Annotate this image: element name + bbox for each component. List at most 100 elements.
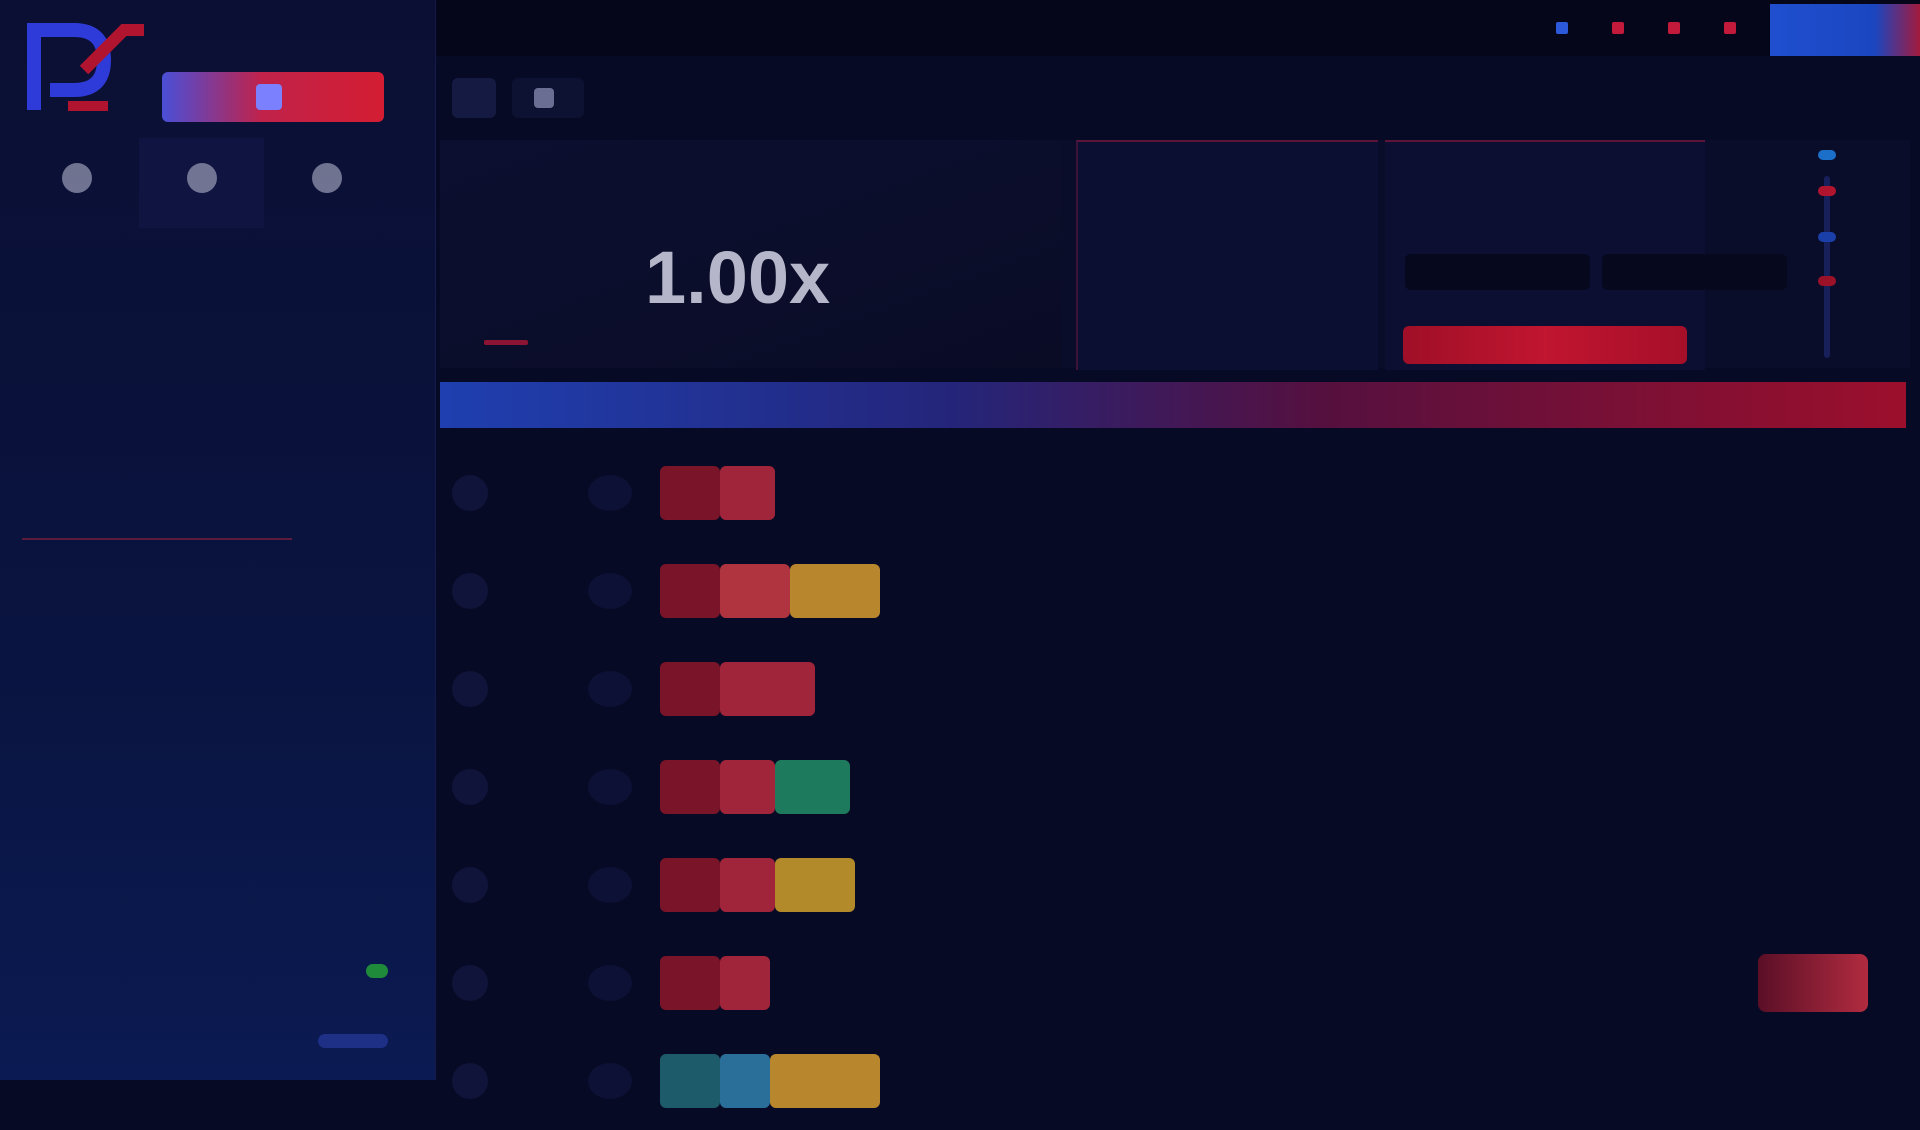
sidebar-section-6[interactable] <box>22 840 382 850</box>
language-selector[interactable] <box>318 1034 388 1048</box>
cashout-badge <box>660 662 720 716</box>
cashout-badge <box>790 564 880 618</box>
tab-1[interactable] <box>452 78 496 118</box>
nav-icon <box>1724 22 1736 34</box>
avatar <box>452 1063 488 1099</box>
sidebar-footer-language[interactable] <box>18 1034 388 1048</box>
cashout-badge <box>775 858 855 912</box>
user-actions <box>14 138 389 228</box>
place-bet-button[interactable] <box>1403 326 1687 364</box>
wallet-icon <box>186 163 217 193</box>
section-divider <box>22 538 292 540</box>
table-row[interactable] <box>440 444 1906 542</box>
sidebar-footer-toggle[interactable] <box>18 964 388 978</box>
history-track <box>1824 176 1830 358</box>
nav-icon <box>1612 22 1624 34</box>
top-nav <box>1556 10 1744 46</box>
gift-icon <box>256 84 282 110</box>
cashout-badge <box>660 956 720 1010</box>
cashout-badges <box>660 956 770 1010</box>
cashout-badge <box>720 956 770 1010</box>
avatar <box>452 867 488 903</box>
avatar <box>452 965 488 1001</box>
payout-badge <box>1758 954 1868 1012</box>
user-icon <box>61 163 92 193</box>
app: 1.00x <box>0 0 1920 1108</box>
cashout-badges <box>660 662 815 716</box>
brand-logo[interactable] <box>14 10 154 130</box>
user-action-1[interactable] <box>14 138 139 228</box>
tab-2[interactable] <box>512 78 584 118</box>
game-tabs <box>452 78 584 118</box>
cashout-badge <box>720 1054 770 1108</box>
nav-item-4[interactable] <box>1724 22 1744 34</box>
bet-amount-icon <box>588 475 632 511</box>
tab-icon <box>534 88 554 108</box>
user-action-2[interactable] <box>139 138 264 228</box>
avatar <box>452 573 488 609</box>
cashout-badges <box>660 466 775 520</box>
table-row[interactable] <box>440 738 1906 836</box>
nav-icon <box>1556 22 1568 34</box>
cashout-badge <box>720 760 775 814</box>
multiplier-value: 1.00x <box>645 236 831 319</box>
bet-amount-icon <box>588 1063 632 1099</box>
bet-fields <box>1405 254 1787 290</box>
avatar <box>452 475 488 511</box>
login-button[interactable] <box>1770 4 1920 56</box>
table-row[interactable] <box>440 836 1906 934</box>
game-chart <box>1076 140 1378 370</box>
toggle-icon[interactable] <box>366 964 388 978</box>
sidebar-section-2[interactable] <box>22 424 382 434</box>
avatar <box>452 769 488 805</box>
sidebar <box>0 0 436 1080</box>
history-dot <box>1818 232 1836 242</box>
nav-item-1[interactable] <box>1556 22 1576 34</box>
table-row[interactable] <box>440 640 1906 738</box>
sidebar-section-5[interactable] <box>22 736 382 746</box>
bet-amount-icon <box>588 573 632 609</box>
cashout-badge <box>720 662 815 716</box>
history-dot <box>1818 186 1836 196</box>
cashout-badges <box>660 1054 880 1108</box>
cashout-badge <box>660 466 720 520</box>
cashout-badge <box>720 858 775 912</box>
table-row[interactable] <box>440 934 1906 1032</box>
table-row[interactable] <box>440 542 1906 640</box>
nav-item-3[interactable] <box>1668 22 1688 34</box>
bet-list <box>440 444 1906 1130</box>
cashout-badges <box>660 858 855 912</box>
avatar <box>452 671 488 707</box>
top-bar <box>436 0 1920 56</box>
cashout-badge <box>660 760 720 814</box>
cashout-badge <box>660 564 720 618</box>
nav-icon <box>1668 22 1680 34</box>
table-row[interactable] <box>440 1032 1906 1130</box>
sidebar-section-3[interactable] <box>22 528 382 540</box>
bet-amount-icon <box>588 769 632 805</box>
bet-amount-input[interactable] <box>1405 254 1590 290</box>
sidebar-section-1[interactable] <box>22 320 382 330</box>
multiplier-display: 1.00x <box>440 140 1062 368</box>
bet-amount-icon <box>588 671 632 707</box>
promo-button[interactable] <box>162 72 384 122</box>
cashout-badge <box>720 564 790 618</box>
sidebar-section-4[interactable] <box>22 632 382 642</box>
cashout-badge <box>720 466 775 520</box>
bet-amount-icon <box>588 965 632 1001</box>
history-dot <box>1818 150 1836 160</box>
cashout-badge <box>660 1054 720 1108</box>
account-icon <box>311 163 342 193</box>
multiplier-marker <box>484 340 528 345</box>
round-history <box>1730 140 1910 368</box>
history-dot <box>1818 276 1836 286</box>
user-action-3[interactable] <box>264 138 389 228</box>
cashout-badge <box>660 858 720 912</box>
bets-banner <box>440 382 1906 428</box>
nav-item-2[interactable] <box>1612 22 1632 34</box>
cashout-badge <box>775 760 850 814</box>
cashout-badge <box>770 1054 880 1108</box>
cashout-badges <box>660 564 880 618</box>
brand-name <box>172 26 372 54</box>
bet-amount-icon <box>588 867 632 903</box>
